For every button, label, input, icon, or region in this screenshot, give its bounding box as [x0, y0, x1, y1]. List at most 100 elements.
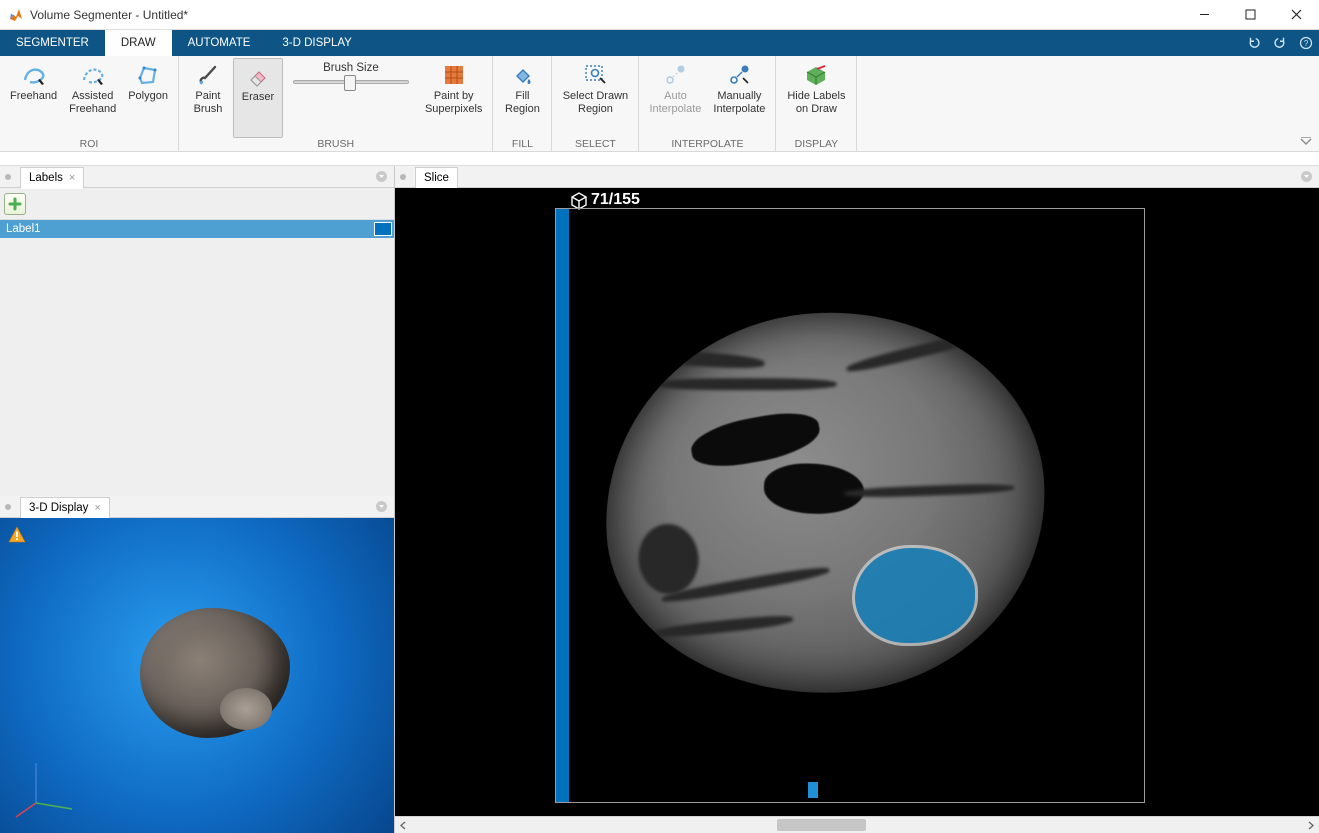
horizontal-scrollbar[interactable] [395, 816, 1319, 833]
3d-display-tab[interactable]: 3-D Display × [20, 497, 110, 519]
ribbon: Freehand Assisted Freehand Polygon ROI P… [0, 56, 1319, 152]
auto-interp-label-2: Interpolate [649, 103, 701, 116]
maximize-button[interactable] [1227, 0, 1273, 30]
add-label-button[interactable] [4, 193, 26, 215]
dock-strip [0, 152, 1319, 166]
select-drawn-region-button[interactable]: Select Drawn Region [556, 58, 634, 138]
orientation-axes-icon [12, 751, 82, 821]
polygon-label: Polygon [128, 90, 168, 103]
freehand-icon [21, 62, 47, 88]
3d-display-panel-menu-icon[interactable] [375, 500, 388, 513]
hide-labels-button[interactable]: Hide Labels on Draw [780, 58, 852, 138]
slice-tab[interactable]: Slice [415, 167, 458, 189]
brush-size-thumb[interactable] [344, 75, 356, 91]
fill-icon [509, 62, 535, 88]
select-label-1: Select Drawn [563, 90, 628, 103]
ribbon-group-fill: Fill Region FILL [493, 56, 552, 151]
3d-viewport[interactable] [0, 518, 394, 833]
manual-interpolate-icon [726, 62, 752, 88]
labels-tab-close-icon[interactable]: × [69, 172, 75, 184]
select-label-2: Region [578, 103, 613, 116]
paint-brush-button[interactable]: Paint Brush [183, 58, 233, 138]
slice-panel-menu-icon[interactable] [1300, 170, 1313, 183]
label-row[interactable]: Label1 [0, 220, 394, 238]
minimize-button[interactable] [1181, 0, 1227, 30]
assisted-freehand-label-2: Freehand [69, 103, 116, 116]
dock-handle-icon[interactable] [399, 173, 407, 181]
dock-handle-icon[interactable] [4, 503, 12, 511]
3d-display-tab-close-icon[interactable]: × [94, 502, 100, 514]
warning-icon[interactable] [8, 526, 26, 544]
hide-labels-icon [803, 62, 829, 88]
eraser-label: Eraser [242, 91, 274, 104]
manual-interp-label-1: Manually [717, 90, 761, 103]
matlab-logo-icon [8, 7, 24, 23]
paint-sp-label-2: Superpixels [425, 103, 482, 116]
slice-viewport[interactable]: 71/155 [395, 188, 1319, 816]
brush-size-track[interactable] [293, 80, 409, 84]
tab-draw[interactable]: DRAW [105, 30, 172, 56]
ribbon-group-interpolate: Auto Interpolate Manually Interpolate IN… [639, 56, 776, 151]
slice-counter-text: 71/155 [591, 191, 640, 209]
3d-display-panel: 3-D Display × [0, 496, 394, 833]
labels-list: Label1 [0, 220, 394, 496]
scroll-left-button[interactable] [395, 817, 412, 833]
brush-size-slider[interactable]: Brush Size [283, 58, 419, 84]
3d-display-panel-header: 3-D Display × [0, 496, 394, 518]
paint-brush-label-1: Paint [195, 90, 220, 103]
assisted-freehand-button[interactable]: Assisted Freehand [63, 58, 122, 138]
labels-panel-header: Labels × [0, 166, 394, 188]
fill-region-button[interactable]: Fill Region [497, 58, 547, 138]
slice-slider-handle[interactable] [808, 782, 818, 798]
tab-3d-display[interactable]: 3-D DISPLAY [266, 30, 367, 56]
dock-handle-icon[interactable] [4, 173, 12, 181]
labels-tab-label: Labels [29, 172, 63, 184]
window-title: Volume Segmenter - Untitled* [30, 8, 1181, 22]
group-label-roi: ROI [0, 138, 178, 152]
brush-size-label: Brush Size [323, 62, 379, 74]
group-label-select: SELECT [552, 138, 638, 152]
scrollbar-track[interactable] [412, 817, 1302, 833]
eraser-icon [245, 63, 271, 89]
eraser-button[interactable]: Eraser [233, 58, 283, 138]
slice-cube-icon [569, 190, 589, 210]
manually-interpolate-button[interactable]: Manually Interpolate [707, 58, 771, 138]
segmentation-overlay [855, 548, 975, 643]
freehand-button[interactable]: Freehand [4, 58, 63, 138]
superpixels-icon [441, 62, 467, 88]
label-color-swatch[interactable] [374, 222, 392, 236]
redo-button[interactable] [1267, 30, 1293, 56]
ribbon-collapse-icon[interactable] [1299, 137, 1313, 147]
title-bar: Volume Segmenter - Untitled* [0, 0, 1319, 30]
scrollbar-thumb[interactable] [777, 819, 866, 831]
main-tabstrip: SEGMENTER DRAW AUTOMATE 3-D DISPLAY ? [0, 30, 1319, 56]
3d-display-tab-label: 3-D Display [29, 502, 88, 514]
paint-brush-label-2: Brush [194, 103, 223, 116]
close-button[interactable] [1273, 0, 1319, 30]
ribbon-group-brush: Paint Brush Eraser Brush Size Paint by S… [179, 56, 493, 151]
help-button[interactable]: ? [1293, 30, 1319, 56]
group-label-interpolate: INTERPOLATE [639, 138, 775, 152]
group-label-brush: BRUSH [179, 138, 492, 152]
tab-segmenter[interactable]: SEGMENTER [0, 30, 105, 56]
freehand-label: Freehand [10, 90, 57, 103]
auto-interpolate-button: Auto Interpolate [643, 58, 707, 138]
labels-tab[interactable]: Labels × [20, 167, 84, 189]
paint-superpixels-button[interactable]: Paint by Superpixels [419, 58, 488, 138]
polygon-button[interactable]: Polygon [122, 58, 174, 138]
paint-sp-label-1: Paint by [434, 90, 474, 103]
labels-panel: Labels × Label1 [0, 166, 394, 496]
labels-toolbar [0, 188, 394, 220]
auto-interp-label-1: Auto [664, 90, 687, 103]
labels-panel-menu-icon[interactable] [375, 170, 388, 183]
manual-interp-label-2: Interpolate [713, 103, 765, 116]
scroll-right-button[interactable] [1302, 817, 1319, 833]
tab-automate[interactable]: AUTOMATE [172, 30, 267, 56]
auto-interpolate-icon [662, 62, 688, 88]
group-label-fill: FILL [493, 138, 551, 152]
fill-label-2: Region [505, 103, 540, 116]
polygon-icon [135, 62, 161, 88]
select-region-icon [582, 62, 608, 88]
undo-button[interactable] [1241, 30, 1267, 56]
volume-render [140, 608, 290, 738]
